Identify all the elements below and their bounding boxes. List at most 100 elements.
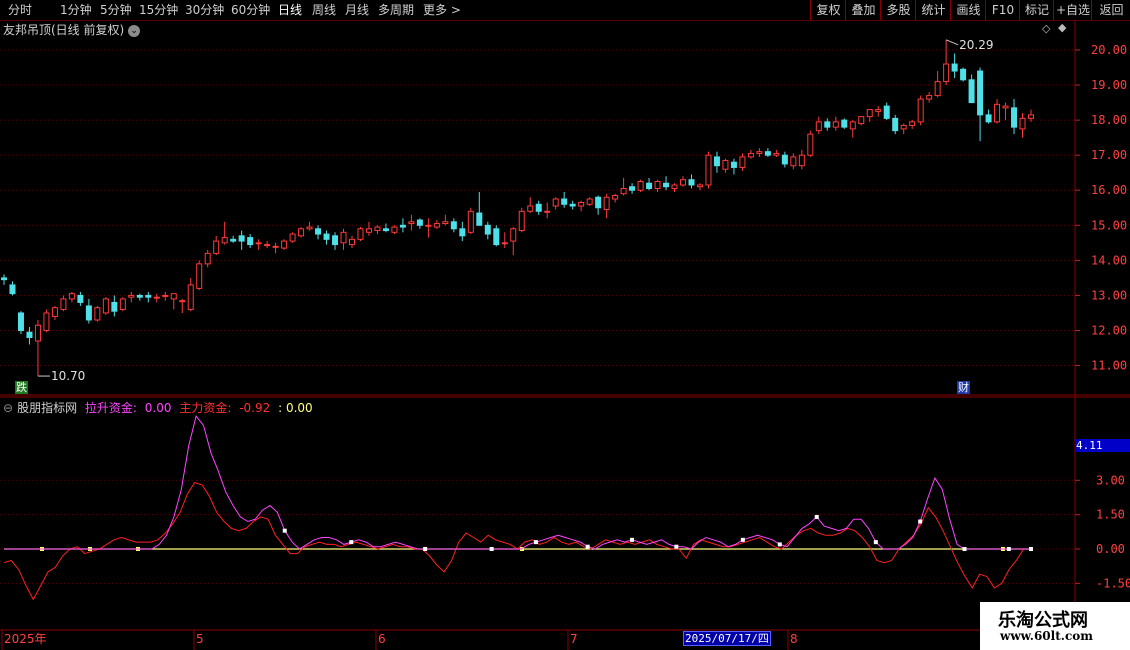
candle-body — [221, 237, 228, 244]
candle-body — [391, 226, 398, 233]
candle-body — [501, 242, 508, 245]
candle-body — [535, 203, 542, 212]
candle-body — [951, 63, 958, 72]
candle-body — [637, 180, 644, 191]
candle-body — [510, 228, 517, 242]
candle-body — [696, 184, 703, 188]
watermark-url: www.60lt.com — [1000, 629, 1093, 643]
candle-body — [985, 114, 992, 123]
candle-body — [196, 263, 203, 289]
candle-body — [603, 196, 610, 211]
price-tick-label: 11.00 — [1091, 359, 1127, 373]
candle-body — [917, 98, 924, 123]
candle-body — [722, 159, 729, 170]
candle-body — [332, 235, 339, 246]
candle-body — [815, 121, 822, 132]
candle-body — [671, 184, 678, 189]
candle-body — [773, 152, 780, 156]
event-badge-fall[interactable]: 跌 — [15, 381, 28, 394]
lift-fund-marker — [585, 544, 590, 549]
candle-body — [247, 237, 254, 246]
candle-body — [612, 194, 619, 200]
time-axis-label: 2025年 — [4, 632, 47, 646]
candle-body — [875, 109, 882, 112]
candle-body — [306, 226, 313, 230]
candle-body — [136, 294, 143, 298]
candle-body — [94, 307, 101, 321]
candle-body — [493, 228, 500, 246]
indicator-tick-label: 3.00 — [1096, 473, 1125, 487]
candle-body — [620, 187, 627, 195]
price-tick-label: 20.00 — [1091, 43, 1127, 57]
candle-body — [459, 228, 466, 237]
candle-body — [977, 70, 984, 116]
candle-body — [43, 312, 50, 331]
candle-body — [450, 221, 457, 230]
candle-body — [756, 151, 763, 154]
candle-body — [1002, 105, 1009, 109]
lift-fund-marker — [1006, 547, 1011, 551]
candle-body — [527, 205, 534, 212]
lift-fund-marker — [630, 537, 635, 542]
candle-body — [442, 221, 449, 225]
candle-body — [960, 68, 967, 81]
lift-fund-marker — [777, 542, 782, 547]
indicator-tick-label: -1.50 — [1096, 576, 1130, 590]
candle-body — [934, 81, 941, 97]
candle-body — [688, 179, 695, 186]
crosshair-date-label: 2025/07/17/四 — [683, 631, 771, 646]
candle-body — [102, 298, 109, 314]
time-axis-label: 5 — [196, 632, 204, 646]
candle-body — [238, 235, 245, 242]
candle-body — [807, 133, 814, 156]
candle-body — [153, 296, 160, 299]
candle-body — [552, 198, 559, 207]
watermark: 乐淘公式网 www.60lt.com — [980, 602, 1130, 650]
candle-body — [416, 219, 423, 226]
candle-body — [705, 154, 712, 186]
candle-body — [518, 210, 525, 232]
candle-body — [374, 226, 381, 232]
event-badge-finance[interactable]: 财 — [957, 381, 970, 394]
high-pointer — [945, 39, 959, 46]
candle-body — [298, 228, 305, 237]
candle-body — [798, 154, 805, 167]
candle-body — [170, 293, 177, 300]
candle-body — [357, 228, 364, 240]
lift-fund-marker — [962, 547, 967, 551]
candle-body — [162, 294, 169, 297]
candle-body — [382, 228, 389, 232]
candle-body — [230, 238, 237, 242]
candle-body — [34, 324, 41, 342]
candle-body — [713, 156, 720, 167]
candle-body — [348, 238, 355, 246]
candle-body — [926, 95, 933, 100]
candle-body — [77, 294, 84, 303]
candle-body — [433, 223, 440, 228]
candle-body — [849, 121, 856, 130]
candle-body — [994, 103, 1001, 123]
candle-body — [68, 293, 75, 300]
candle-body — [943, 63, 950, 83]
lift-fund-marker — [814, 514, 819, 519]
candle-body — [187, 284, 194, 310]
price-tick-label: 15.00 — [1091, 218, 1127, 232]
candle-body — [832, 121, 839, 128]
candle-body — [790, 156, 797, 167]
candle-body — [425, 224, 432, 227]
indicator-tick-label: 0.00 — [1096, 542, 1125, 556]
candle-body — [841, 119, 848, 128]
candle-body — [663, 182, 670, 188]
candle-body — [128, 294, 135, 298]
kline-chart[interactable]: 20.00 19.00 18.00 17.00 16.00 15.00 14.00 13.00… — [0, 0, 1130, 650]
price-tick-label: 13.00 — [1091, 288, 1127, 302]
indicator-current-value: 4.11 — [1075, 439, 1130, 452]
candle-body — [399, 224, 406, 228]
low-price-label: 10.70 — [51, 369, 85, 383]
candle-body — [60, 298, 67, 310]
candle-body — [892, 117, 899, 132]
price-tick-label: 18.00 — [1091, 113, 1127, 127]
time-axis-label: 8 — [790, 632, 798, 646]
candle-body — [646, 182, 653, 189]
candle-body — [272, 245, 279, 248]
